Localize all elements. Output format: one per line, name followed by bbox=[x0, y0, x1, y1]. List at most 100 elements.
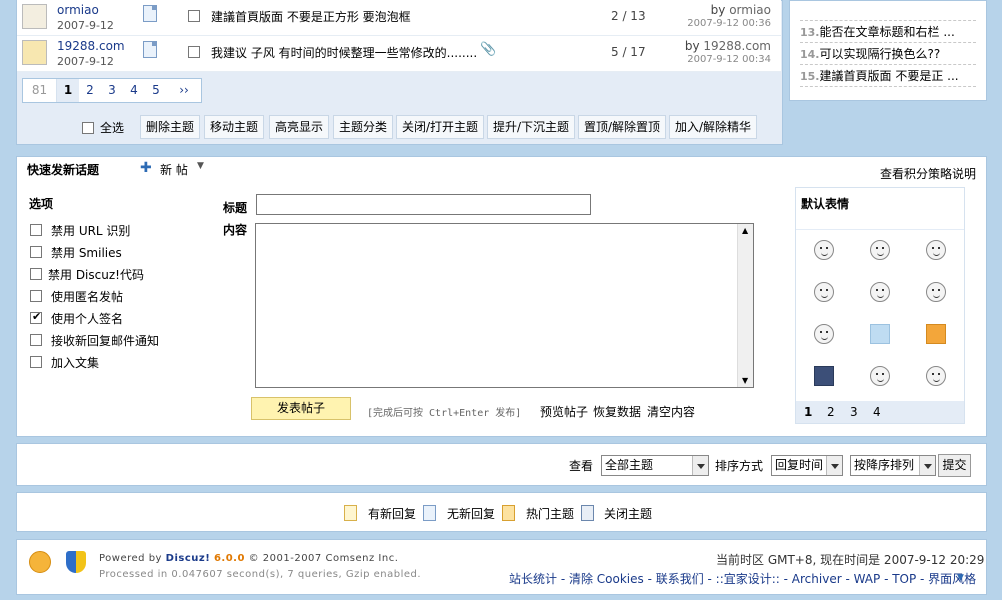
pager-page[interactable]: 3 bbox=[101, 79, 123, 102]
scroll-up-icon[interactable]: ▲ bbox=[742, 226, 748, 235]
avatar[interactable] bbox=[22, 40, 47, 65]
thread-author[interactable]: 19288.com bbox=[57, 39, 125, 53]
thread-title[interactable]: 我建议 子风 有时间的时候整理一些常修改的........ bbox=[211, 44, 477, 61]
sort-select[interactable]: 回复时间 bbox=[771, 455, 843, 476]
option-checkbox[interactable]: ✔ bbox=[30, 310, 42, 324]
smiley-icon[interactable] bbox=[926, 282, 946, 302]
submit-post-button[interactable]: 发表帖子 bbox=[251, 397, 351, 420]
footer-links[interactable]: 站长统计 - 清除 Cookies - 联系我们 - ::宜家设计:: - Ar… bbox=[509, 570, 976, 587]
smiley-icon[interactable] bbox=[870, 282, 890, 302]
credit-policy-link[interactable]: 查看积分策略说明 bbox=[880, 165, 976, 182]
subject-input[interactable] bbox=[256, 194, 591, 215]
digest-button[interactable]: 加入/解除精华 bbox=[669, 115, 758, 139]
restore-link[interactable]: 恢复数据 bbox=[593, 403, 641, 420]
avatar[interactable] bbox=[22, 4, 47, 29]
chevron-down-icon[interactable]: ▼ bbox=[957, 573, 964, 583]
document-icon bbox=[143, 5, 157, 22]
view-select[interactable]: 全部主题 bbox=[601, 455, 709, 476]
plus-icon: ✚ bbox=[140, 160, 152, 176]
thread-last-post: by 19288.com 2007-9-12 00:34 bbox=[685, 39, 771, 65]
discuz-link[interactable]: Discuz! bbox=[166, 553, 211, 564]
delete-thread-button[interactable]: 删除主题 bbox=[140, 115, 201, 139]
chevron-down-icon bbox=[826, 456, 842, 475]
lightbulb-icon bbox=[29, 551, 51, 573]
chevron-down-icon bbox=[692, 456, 708, 475]
quick-post-title: 快速发新话题 bbox=[27, 163, 100, 177]
smiley-icon[interactable] bbox=[926, 240, 946, 260]
order-select[interactable]: 按降序排列 bbox=[850, 455, 936, 476]
smiley-icon[interactable] bbox=[870, 240, 890, 260]
category-button[interactable]: 主题分类 bbox=[333, 115, 394, 139]
bump-sink-button[interactable]: 提升/下沉主题 bbox=[487, 115, 576, 139]
filter-submit-button[interactable]: 提交 bbox=[938, 454, 971, 477]
thread-author[interactable]: ormiao bbox=[57, 3, 99, 17]
view-label: 查看 bbox=[569, 459, 594, 473]
thread-checkbox[interactable] bbox=[188, 10, 200, 22]
close-open-button[interactable]: 关闭/打开主题 bbox=[396, 115, 485, 139]
content-textarea[interactable]: ▲ ▼ bbox=[255, 223, 754, 388]
table-row[interactable]: ormiao 2007-9-12 建議首頁版面 不要是正方形 要泡泡框 2 / … bbox=[17, 0, 781, 36]
select-all-checkbox[interactable] bbox=[82, 122, 94, 134]
pager-next[interactable]: ›› bbox=[167, 79, 201, 102]
recent-item[interactable]: 15.建議首頁版面 不要是正 ... bbox=[800, 65, 976, 87]
smilies-title: 默认表情 bbox=[801, 197, 850, 211]
smiley-icon[interactable] bbox=[870, 366, 890, 386]
content-label: 内容 bbox=[223, 223, 248, 237]
smiley-icon[interactable] bbox=[814, 324, 834, 344]
option-checkbox[interactable] bbox=[30, 246, 42, 258]
thread-date: 2007-9-12 bbox=[57, 55, 114, 68]
pager-page-current[interactable]: 1 bbox=[57, 79, 79, 102]
hot-thread-icon bbox=[502, 505, 515, 521]
smiley-icon[interactable] bbox=[814, 366, 834, 386]
sort-label: 排序方式 bbox=[715, 459, 764, 473]
option-checkbox[interactable] bbox=[30, 224, 42, 236]
option-checkbox[interactable] bbox=[30, 268, 42, 280]
smiley-icon[interactable] bbox=[814, 282, 834, 302]
version-label: 6.0.0 bbox=[213, 553, 245, 564]
smilies-divider bbox=[796, 229, 964, 230]
legend-label: 热门主题 bbox=[526, 507, 575, 521]
chevron-down-icon[interactable]: ▼ bbox=[197, 161, 204, 171]
processed-info: Processed in 0.047607 second(s), 7 queri… bbox=[99, 569, 422, 580]
smilies-page[interactable]: 2 bbox=[827, 405, 835, 419]
sticky-button[interactable]: 置顶/解除置顶 bbox=[578, 115, 667, 139]
option-checkbox[interactable] bbox=[30, 356, 42, 368]
timezone-info: 当前时区 GMT+8, 现在时间是 2007-9-12 20:29 bbox=[716, 553, 985, 567]
subject-label: 标题 bbox=[223, 201, 248, 215]
recent-item[interactable] bbox=[800, 1, 976, 21]
smiley-icon[interactable] bbox=[870, 324, 890, 344]
pager-page[interactable]: 2 bbox=[79, 79, 101, 102]
last-time: 2007-9-12 00:36 bbox=[687, 18, 771, 29]
recent-item[interactable]: 14.可以实现隔行换色么?? bbox=[800, 43, 976, 65]
smiley-icon[interactable] bbox=[814, 240, 834, 260]
scroll-down-icon[interactable]: ▼ bbox=[742, 376, 748, 385]
move-thread-button[interactable]: 移动主题 bbox=[204, 115, 265, 139]
pager-page[interactable]: 5 bbox=[145, 79, 167, 102]
chevron-down-icon bbox=[919, 456, 935, 475]
new-reply-icon bbox=[344, 505, 357, 521]
thread-title[interactable]: 建議首頁版面 不要是正方形 要泡泡框 bbox=[211, 8, 411, 25]
preview-link[interactable]: 预览帖子 bbox=[540, 403, 588, 420]
smiley-icon[interactable] bbox=[926, 366, 946, 386]
recent-list: 13.能否在文章标题和右栏 ... 14.可以实现隔行换色么?? 15.建議首頁… bbox=[800, 21, 976, 87]
recent-item[interactable]: 13.能否在文章标题和右栏 ... bbox=[800, 21, 976, 43]
smilies-page[interactable]: 4 bbox=[873, 405, 881, 419]
table-row[interactable]: 19288.com 2007-9-12 我建议 子风 有时间的时候整理一些常修改… bbox=[17, 36, 781, 72]
smilies-page[interactable]: 3 bbox=[850, 405, 858, 419]
smilies-page-current[interactable]: 1 bbox=[804, 405, 812, 419]
no-reply-icon bbox=[423, 505, 436, 521]
thread-checkbox[interactable] bbox=[188, 46, 200, 58]
last-author[interactable]: ormiao bbox=[729, 3, 771, 17]
clear-link[interactable]: 清空内容 bbox=[647, 403, 695, 420]
smiley-icon[interactable] bbox=[926, 324, 946, 344]
last-author[interactable]: 19288.com bbox=[703, 39, 771, 53]
scrollbar[interactable]: ▲ ▼ bbox=[737, 224, 753, 387]
pager-page[interactable]: 4 bbox=[123, 79, 145, 102]
smilies-panel bbox=[795, 187, 965, 424]
document-icon bbox=[143, 41, 157, 58]
option-checkbox[interactable] bbox=[30, 290, 42, 302]
new-post-menu[interactable]: 新 帖 bbox=[160, 161, 188, 178]
option-checkbox[interactable] bbox=[30, 334, 42, 346]
highlight-button[interactable]: 高亮显示 bbox=[269, 115, 330, 139]
pager-total: 81 bbox=[23, 79, 57, 102]
